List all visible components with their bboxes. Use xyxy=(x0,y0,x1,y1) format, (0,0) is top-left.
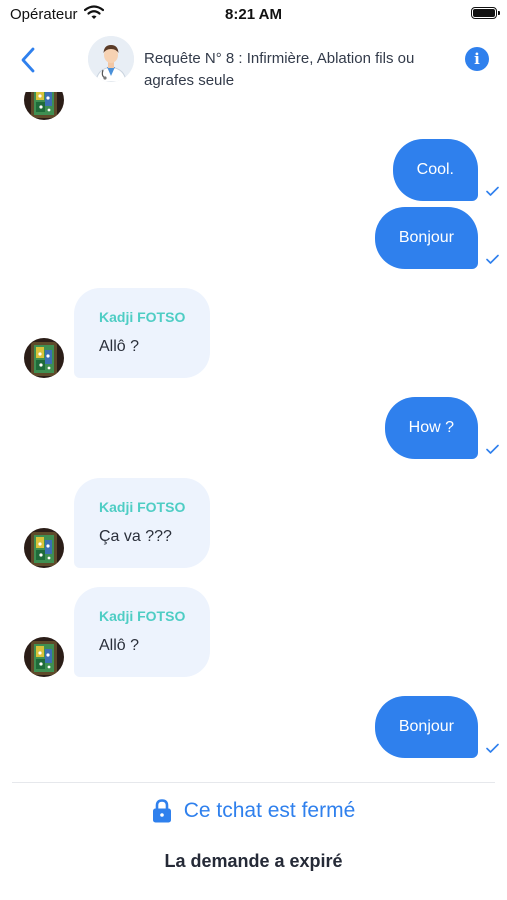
read-check-icon xyxy=(486,444,499,454)
battery-icon xyxy=(471,7,500,19)
read-check-icon xyxy=(486,254,499,264)
sender-avatar xyxy=(24,528,64,568)
message-text: Ça va ??? xyxy=(99,528,172,545)
outgoing-message: Bonjour xyxy=(374,696,478,758)
sender-name: Kadji FOTSO xyxy=(99,608,186,624)
footer-divider xyxy=(12,782,495,783)
chat-closed-notice: Ce tchat est fermé xyxy=(0,798,507,828)
back-button[interactable] xyxy=(14,44,44,76)
message-text: Allô ? xyxy=(99,338,140,355)
incoming-message: Kadji FOTSO Allô ? xyxy=(74,587,210,677)
outgoing-message: Bonjour xyxy=(374,207,478,269)
read-check-icon xyxy=(486,186,499,196)
info-icon: i xyxy=(474,50,480,68)
outgoing-message: Cool. xyxy=(392,139,478,201)
doctor-avatar xyxy=(88,36,134,82)
status-bar: Opérateur 8:21 AM xyxy=(0,0,507,30)
chevron-left-icon xyxy=(21,47,35,73)
message-text: Allô ? xyxy=(99,637,140,654)
lock-icon xyxy=(152,799,171,823)
outgoing-message: How ? xyxy=(384,397,478,459)
clock: 8:21 AM xyxy=(225,6,282,23)
incoming-message: Kadji FOTSO Allô ? xyxy=(74,288,210,378)
read-check-icon xyxy=(486,743,499,753)
chat-title: Requête N° 8 : Infirmière, Ablation fils… xyxy=(144,50,415,89)
incoming-message: Kadji FOTSO Ça va ??? xyxy=(74,478,210,568)
request-expired-label: La demande a expiré xyxy=(164,851,343,871)
chat-closed-label: Ce tchat est fermé xyxy=(183,799,356,822)
sender-avatar xyxy=(24,637,64,677)
sender-avatar xyxy=(24,338,64,378)
sender-name: Kadji FOTSO xyxy=(99,309,186,325)
info-button[interactable]: i xyxy=(465,47,489,71)
sender-name: Kadji FOTSO xyxy=(99,499,186,515)
chat-header: Requête N° 8 : Infirmière, Ablation fils… xyxy=(0,30,507,92)
